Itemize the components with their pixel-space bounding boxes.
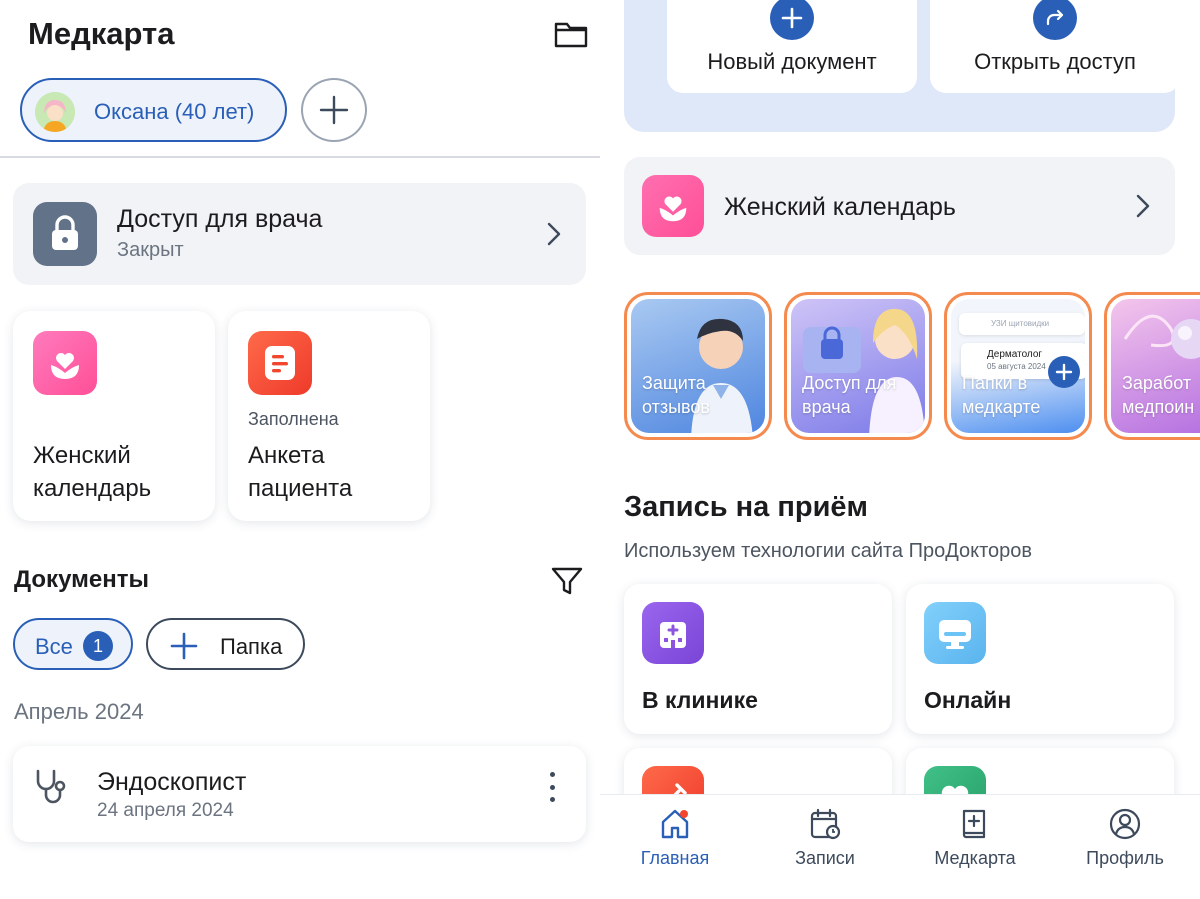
story-folders-in-medcard[interactable]: УЗИ щитовидки Дерматолог 05 августа 2024…: [944, 292, 1092, 440]
count-badge: 1: [83, 631, 113, 661]
form-icon: [248, 331, 312, 395]
filter-all-chip[interactable]: Все 1: [13, 618, 133, 670]
flower-heart-icon: [33, 331, 97, 395]
tab-label: Главная: [640, 848, 710, 868]
page-title: Медкарта: [28, 16, 175, 51]
tab-label: Записи: [795, 848, 855, 868]
month-group-label: Апрель 2024: [14, 699, 144, 724]
document-title: Эндоскопист: [97, 768, 247, 796]
women-calendar-tile[interactable]: Женский календарь: [13, 311, 215, 521]
story-image: Заработ медпоин: [1111, 299, 1200, 433]
women-calendar-row[interactable]: Женский календарь: [624, 157, 1175, 255]
add-folder-label: Папка: [220, 634, 283, 659]
new-document-button[interactable]: Новый документ: [667, 0, 917, 93]
tab-appointments[interactable]: Записи: [750, 795, 900, 899]
medcard-screen: Медкарта Оксана (40 лет) Доступ для врач…: [0, 0, 600, 899]
open-access-label: Открыть доступ: [974, 49, 1136, 74]
tile-label: Женский календарь: [33, 442, 152, 502]
quick-actions-block: Новый документ Открыть доступ: [624, 0, 1180, 132]
tab-home[interactable]: Главная: [600, 795, 750, 899]
story-image: Защита отзывов: [631, 299, 765, 433]
avatar: [35, 92, 75, 132]
open-access-button[interactable]: Открыть доступ: [930, 0, 1180, 93]
filter-all-label: Все: [35, 634, 73, 659]
appointment-label: В клинике: [642, 687, 758, 713]
story-reviews-protection[interactable]: Защита отзывов: [624, 292, 772, 440]
tile-label: Анкета пациента: [248, 442, 353, 502]
plus-icon: [770, 0, 814, 40]
doctor-access-status: Закрыт: [117, 239, 184, 261]
story-label: Защита отзывов: [642, 373, 710, 417]
hospital-icon: [642, 602, 704, 664]
more-menu-icon[interactable]: [548, 772, 556, 802]
folder-icon[interactable]: [553, 16, 589, 52]
stethoscope-icon: [36, 769, 66, 804]
header: Медкарта: [28, 14, 593, 58]
profile-name: Оксана (40 лет): [94, 99, 255, 124]
appointment-label: Онлайн: [924, 687, 1012, 713]
profile-icon: [1109, 808, 1141, 840]
calendar-icon: [810, 808, 841, 840]
doctor-access-title: Доступ для врача: [117, 205, 323, 233]
tab-medcard[interactable]: Медкарта: [900, 795, 1050, 899]
divider: [0, 156, 600, 158]
lock-icon: [33, 202, 97, 266]
mock-row: УЗИ щитовидки: [959, 313, 1085, 335]
story-doctor-access[interactable]: Доступ для врача: [784, 292, 932, 440]
profile-chip[interactable]: Оксана (40 лет): [20, 78, 287, 142]
flower-heart-icon: [642, 175, 704, 237]
plus-icon: [1048, 356, 1080, 388]
bottom-tab-bar: Главная Записи Медкарта Профиль: [600, 794, 1200, 899]
monitor-icon: [924, 602, 986, 664]
document-item[interactable]: Эндоскопист 24 апреля 2024: [13, 746, 586, 842]
documents-title: Документы: [14, 566, 149, 593]
new-document-label: Новый документ: [707, 49, 877, 74]
document-date: 24 апреля 2024: [97, 800, 234, 821]
filter-icon[interactable]: [550, 564, 584, 598]
add-profile-button[interactable]: [301, 78, 367, 142]
story-label: Заработ медпоин: [1122, 373, 1195, 417]
story-label: Папки в медкарте: [962, 373, 1041, 417]
tab-profile[interactable]: Профиль: [1050, 795, 1200, 899]
story-image: Доступ для врача: [791, 299, 925, 433]
appointment-online[interactable]: Онлайн: [906, 584, 1174, 734]
story-image: УЗИ щитовидки Дерматолог 05 августа 2024…: [951, 299, 1085, 433]
patient-form-tile[interactable]: Заполнена Анкета пациента: [228, 311, 430, 521]
story-earn-medpoints[interactable]: Заработ медпоин: [1104, 292, 1200, 440]
home-screen: Новый документ Открыть доступ Женский ка…: [600, 0, 1200, 899]
share-arrow-icon: [1033, 0, 1077, 40]
tab-label: Медкарта: [934, 848, 1016, 868]
appointments-title: Запись на приём: [624, 491, 868, 523]
story-label: Доступ для врача: [802, 373, 897, 417]
tab-label: Профиль: [1086, 848, 1164, 868]
home-icon: [661, 809, 689, 839]
medbook-icon: [962, 809, 986, 839]
plus-icon: [170, 632, 198, 660]
tile-status: Заполнена: [248, 409, 339, 429]
chevron-right-icon: [547, 222, 561, 246]
appointments-subtitle: Используем технологии сайта ПроДокторов: [624, 540, 1033, 562]
plus-icon: [319, 95, 349, 125]
doctor-access-card[interactable]: Доступ для врача Закрыт: [13, 183, 586, 285]
chevron-right-icon: [1136, 194, 1150, 218]
women-calendar-label: Женский календарь: [724, 193, 956, 221]
add-folder-chip[interactable]: Папка: [146, 618, 305, 670]
appointment-in-clinic[interactable]: В клинике: [624, 584, 892, 734]
